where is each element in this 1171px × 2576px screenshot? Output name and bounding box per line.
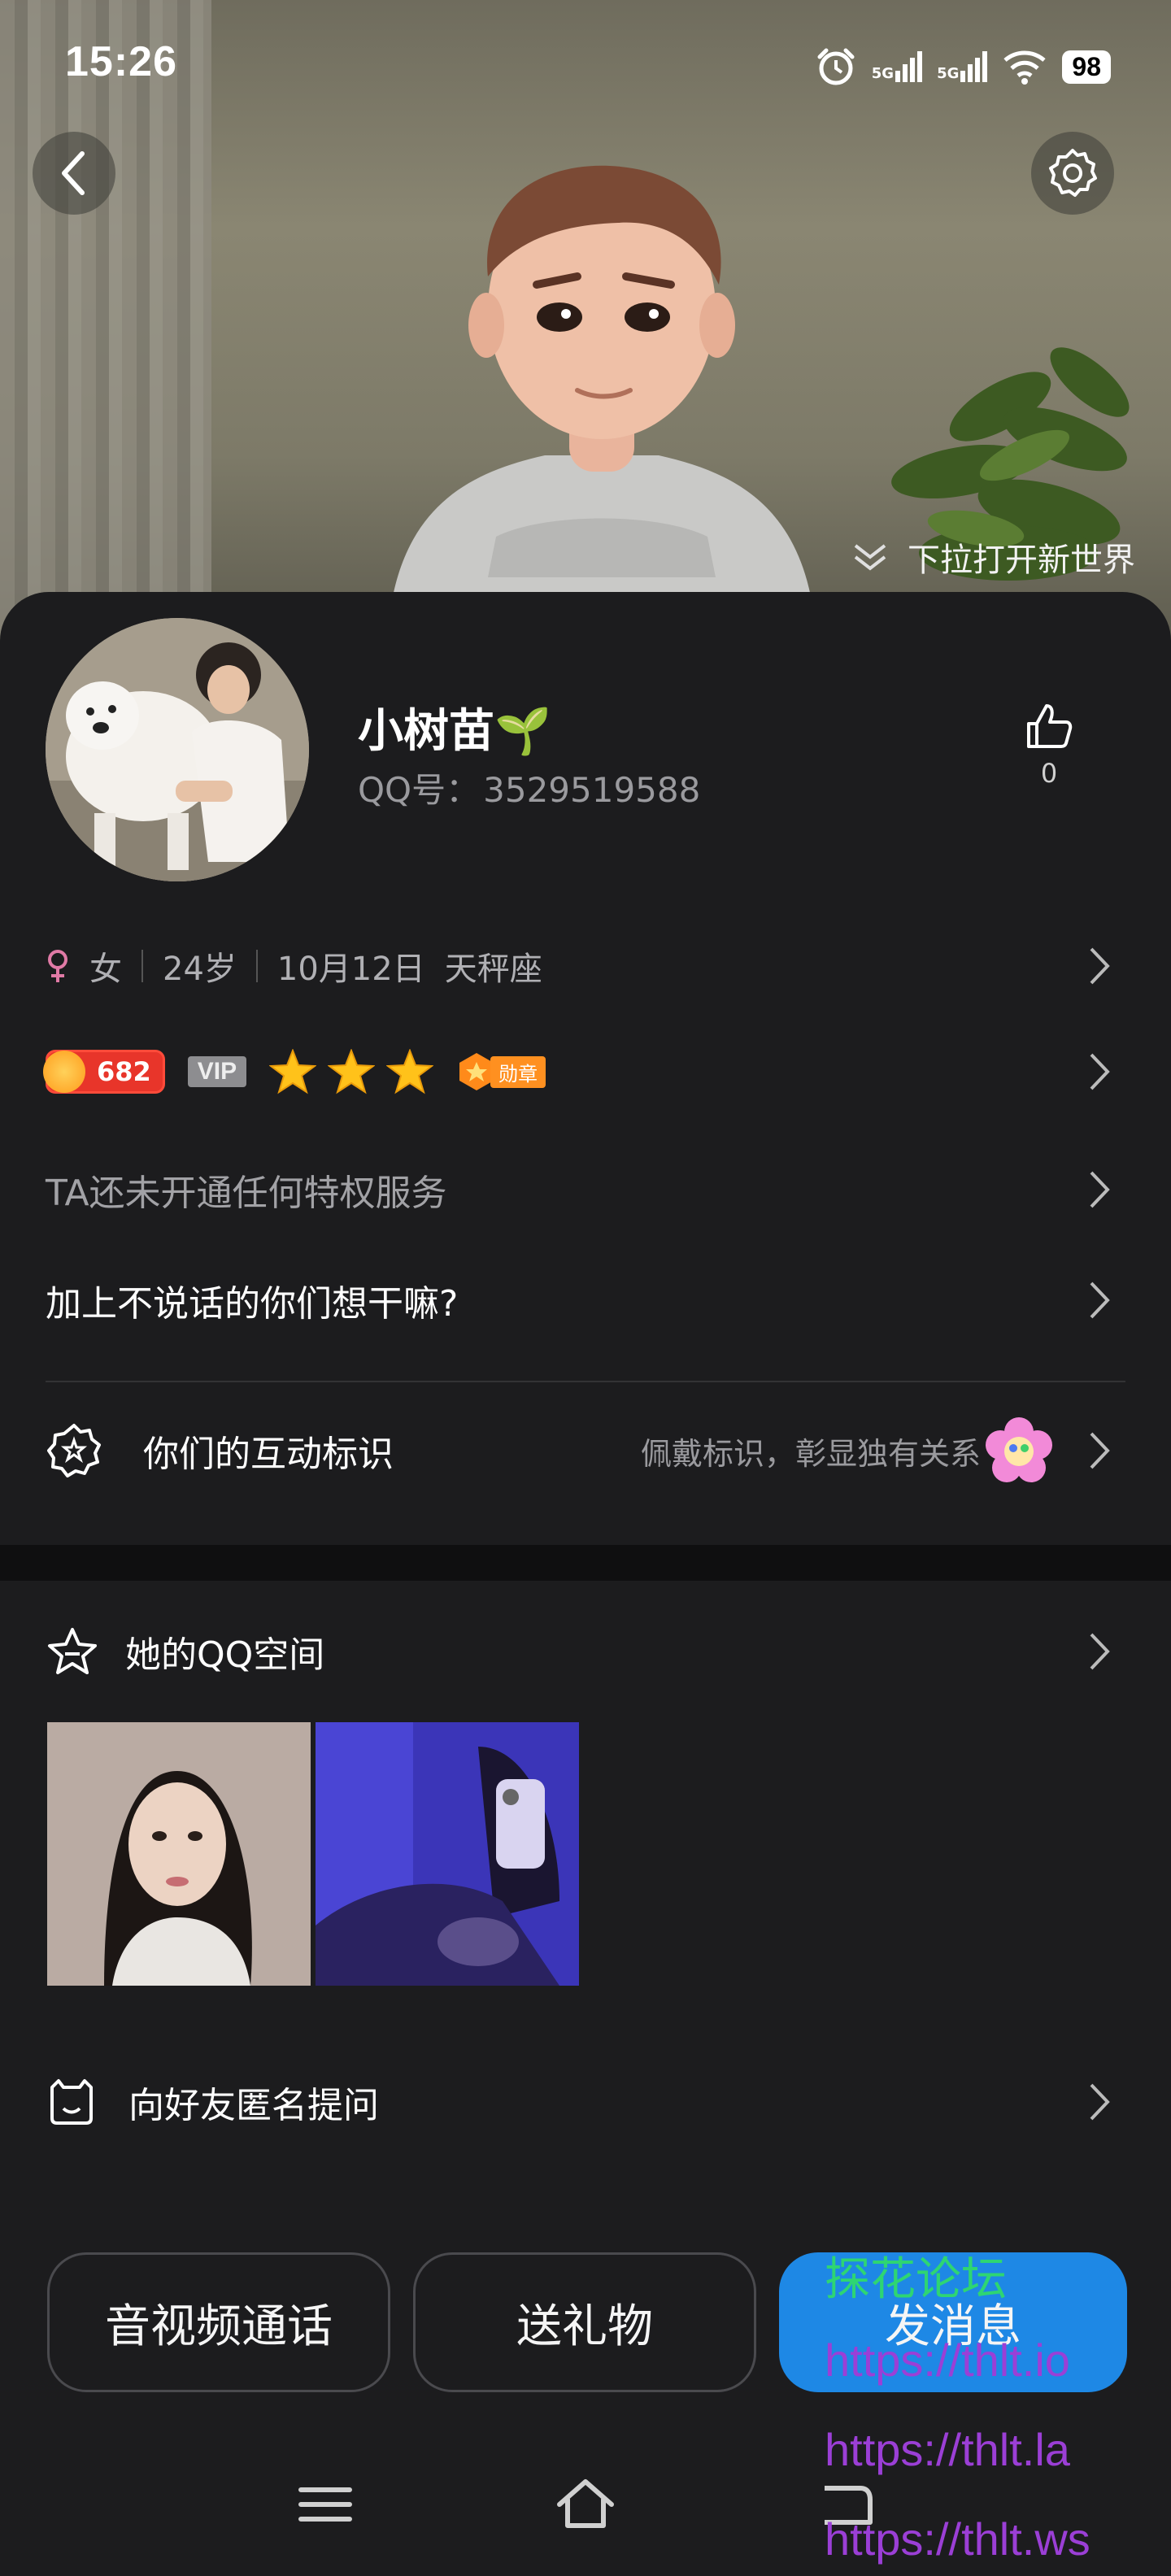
privilege-text: TA还未开通任何特权服务 [46,1173,447,1214]
3d-avatar-figure[interactable] [374,154,829,610]
level-value: 682 [97,1056,151,1087]
send-gift-button[interactable]: 送礼物 [413,2252,756,2392]
menu-icon[interactable] [293,2472,358,2537]
flower-icon [986,1417,1052,1482]
zodiac-text: 天秤座 [444,951,542,988]
star-outline-icon [48,1628,97,1674]
thumbs-up-icon [1027,704,1073,748]
vip-badge: VIP [187,1056,247,1087]
cat-box-icon [50,2079,93,2125]
watermark-text-4: https://thlt.ws [825,2513,1090,2565]
status-time: 15:26 [65,38,177,85]
watermark-text-2: https://thlt.io [825,2334,1070,2386]
watermark-text-1: 探花论坛 [825,2253,1007,2304]
star-icon [328,1049,376,1094]
chevron-right-icon [1090,947,1110,985]
interaction-hint: 佩戴标识，彰显独有关系 [640,1435,981,1472]
back-button[interactable] [33,132,115,215]
birthday-text: 10月12日 [276,951,425,988]
privilege-row[interactable]: TA还未开通任何特权服务 [46,1161,1119,1218]
qzone-photo-2[interactable] [316,1722,579,1986]
basic-info-row[interactable]: 女 24岁 10月12日 天秤座 [46,942,1119,990]
cell-signal-1: 5G [872,51,923,82]
star-icon [386,1049,434,1094]
home-icon[interactable] [553,2472,618,2537]
anon-question-text: 向好友匿名提问 [128,2085,379,2126]
chevron-right-icon [1090,1171,1110,1208]
badge-row[interactable]: 682 VIP 勋章 [43,1047,1119,1096]
status-bar: 15:26 5G 5G 98 [0,0,1171,122]
divider [141,950,143,982]
pulldown-hint[interactable]: 下拉打开新世界 [852,533,1135,581]
interaction-title: 你们的互动标识 [143,1434,394,1475]
nickname: 小树苗🌱 [358,705,551,758]
qq-number: 3529519588 [483,770,701,810]
medal-badge: 勋章 [456,1051,546,1092]
gear-icon [1049,149,1097,197]
profile-cover[interactable]: 15:26 5G 5G 98 下拉打开新世界 [0,0,1171,651]
badge-mark-icon [47,1424,101,1477]
chevron-right-icon [1090,1432,1110,1469]
qzone-title: 她的QQ空间 [125,1634,325,1676]
qq-label: QQ号： [358,770,481,810]
qzone-row[interactable]: 她的QQ空间 [46,1623,1119,1680]
section-separator [0,1545,1171,1581]
anonymous-question-row[interactable]: 向好友匿名提问 [46,2073,1119,2130]
alarm-icon [817,48,855,85]
settings-button[interactable] [1031,132,1114,215]
gender-text: 女 [89,951,122,988]
profile-card: 小树苗🌱 QQ号：3529519588 0 女 24岁 10月12日 天秤座 6… [0,592,1171,1545]
female-icon [48,950,67,982]
like-count: 0 [1040,758,1058,789]
double-chevron-down-icon [854,544,886,571]
battery-level: 98 [1062,50,1111,84]
level-badge: 682 [43,1050,165,1094]
qzone-photo-1[interactable] [47,1722,311,1986]
chevron-left-icon [62,151,85,195]
cell-signal-2: 5G [937,51,988,82]
add-prompt-text: 加上不说话的你们想干嘛? [46,1283,459,1325]
profile-avatar[interactable] [46,618,309,881]
star-rating [269,1049,434,1094]
sun-coin-icon [43,1051,85,1093]
star-icon [269,1049,317,1094]
divider [255,950,258,982]
qq-number-line: QQ号：3529519588 [358,763,700,812]
age-text: 24岁 [163,951,237,988]
av-call-button[interactable]: 音视频通话 [47,2252,390,2392]
like-button[interactable]: 0 [1016,701,1082,789]
wifi-icon [1003,50,1047,85]
add-prompt-row[interactable]: 加上不说话的你们想干嘛? [46,1272,1119,1329]
chevron-right-icon [1090,1053,1110,1090]
avatar-photo [46,618,309,881]
chevron-right-icon [1090,2083,1110,2121]
chevron-right-icon [1090,1281,1110,1319]
chevron-right-icon [1090,1633,1110,1670]
divider [46,1381,1125,1382]
photo-thumbnail [316,1722,579,1986]
interaction-mark-row[interactable]: 你们的互动标识 佩戴标识，彰显独有关系 [46,1417,1119,1483]
photo-thumbnail [47,1722,311,1986]
pulldown-hint-text: 下拉打开新世界 [908,542,1135,579]
medal-label: 勋章 [490,1055,546,1088]
watermark-text-3: https://thlt.la [825,2424,1070,2475]
